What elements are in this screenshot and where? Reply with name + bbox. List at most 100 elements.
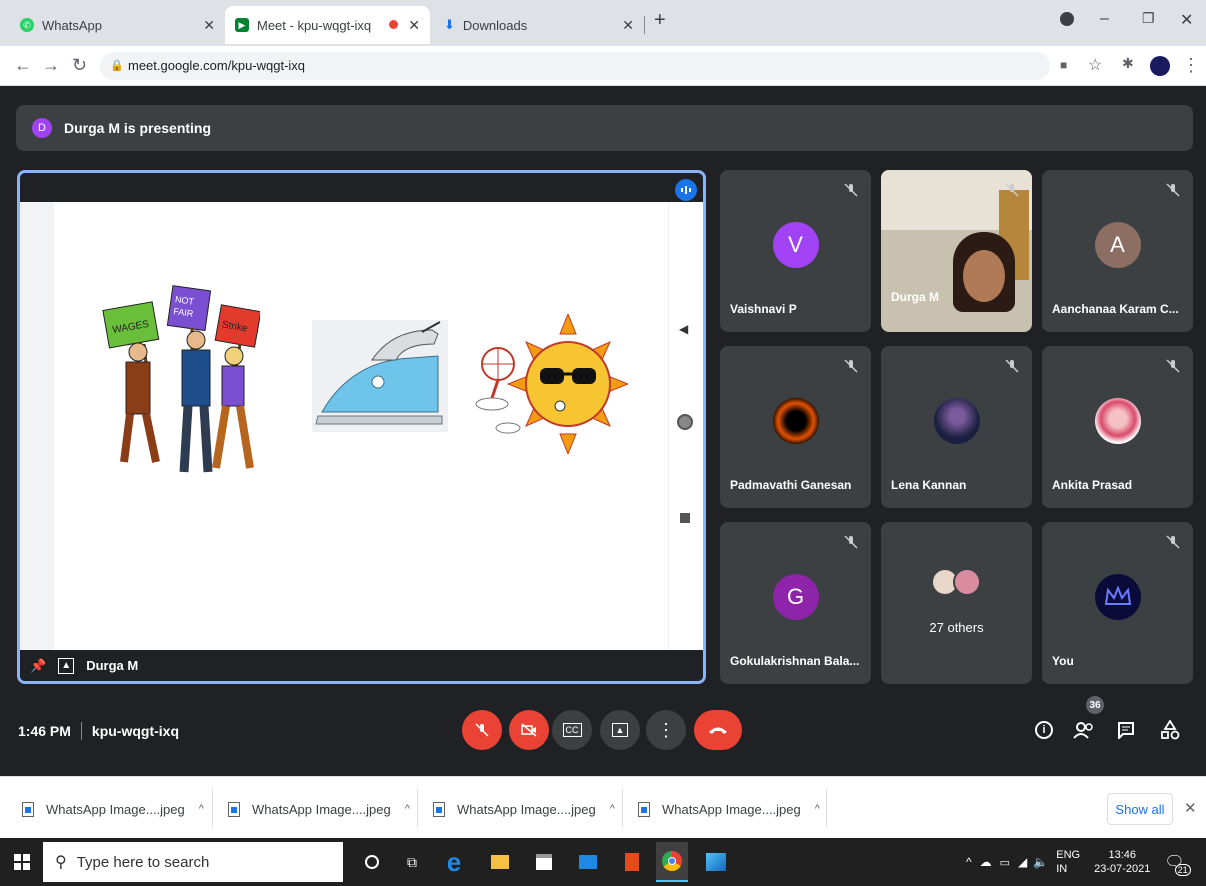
activities-button[interactable] — [1158, 718, 1182, 742]
participant-tile[interactable]: V Vaishnavi P — [720, 170, 871, 332]
participant-name: You — [1052, 654, 1074, 668]
present-now-button[interactable]: ▲ — [600, 710, 640, 750]
chevron-up-icon[interactable]: ^ — [405, 803, 410, 815]
envelope-shape — [579, 855, 597, 869]
mic-off-icon — [1005, 359, 1019, 373]
download-item[interactable]: WhatsApp Image....jpeg ^ — [22, 795, 204, 823]
profile-avatar[interactable] — [1150, 56, 1170, 76]
focus-circle-icon[interactable] — [677, 414, 693, 430]
back-icon[interactable]: ← — [14, 55, 32, 76]
extensions-icon[interactable]: ✱ — [1122, 55, 1134, 72]
participant-name: Aanchanaa Karam C... — [1052, 302, 1179, 316]
meeting-details-button[interactable]: i — [1032, 718, 1056, 742]
participant-count-badge: 36 — [1086, 696, 1104, 714]
participant-tile-video[interactable]: Durga M — [881, 170, 1032, 332]
close-icon[interactable]: ✕ — [622, 17, 634, 34]
download-filename: WhatsApp Image....jpeg — [457, 801, 596, 817]
language-indicator[interactable]: ENG IN — [1056, 848, 1080, 876]
cortana-icon[interactable] — [360, 850, 384, 874]
menu-icon[interactable]: ⋮ — [1182, 55, 1200, 76]
tab-downloads[interactable]: ⬇ Downloads ✕ — [434, 6, 644, 44]
url-field[interactable]: 🔒 meet.google.com/kpu-wqgt-ixq — [100, 52, 1050, 80]
whatsapp-icon: ✆ — [20, 18, 34, 32]
download-item[interactable]: WhatsApp Image....jpeg ^ — [638, 795, 820, 823]
wifi-icon[interactable]: ◢ — [1018, 855, 1027, 869]
more-options-button[interactable]: ⋮ — [646, 710, 686, 750]
edge-icon[interactable]: e — [442, 847, 466, 877]
pin-icon[interactable]: 📌 — [30, 658, 46, 674]
mic-off-icon — [844, 535, 858, 549]
self-tile[interactable]: You — [1042, 522, 1193, 684]
presentation-stage[interactable]: WAGES NOT FAIR Strike ◀ 📌 ▲ Durga M — [17, 170, 706, 684]
speaking-indicator-icon — [675, 179, 697, 201]
office-icon[interactable] — [620, 850, 644, 874]
minimize-button[interactable]: – — [1100, 10, 1109, 28]
lock-icon: 🔒 — [110, 60, 124, 72]
profile-icon[interactable] — [1060, 12, 1074, 26]
tab-whatsapp[interactable]: ✆ WhatsApp ✕ — [10, 6, 225, 44]
divider — [417, 789, 418, 827]
leave-call-button[interactable] — [694, 710, 742, 750]
chevron-up-icon[interactable]: ^ — [199, 803, 204, 815]
participant-tile[interactable]: A Aanchanaa Karam C... — [1042, 170, 1193, 332]
taskbar-search-input[interactable]: ⚲ Type here to search — [43, 842, 343, 882]
mail-icon[interactable] — [576, 850, 600, 874]
clock[interactable]: 13:46 23-07-2021 — [1094, 848, 1150, 876]
file-explorer-icon[interactable] — [488, 850, 512, 874]
participant-tile[interactable]: Ankita Prasad — [1042, 346, 1193, 508]
restore-button[interactable]: ❐ — [1142, 10, 1155, 27]
collapse-arrow-icon[interactable]: ◀ — [679, 322, 688, 336]
participants-button[interactable] — [1072, 718, 1096, 742]
chevron-up-icon[interactable]: ^ — [966, 855, 972, 869]
participant-tile[interactable]: Padmavathi Ganesan — [720, 346, 871, 508]
chevron-up-icon[interactable]: ^ — [815, 803, 820, 815]
chevron-up-icon[interactable]: ^ — [610, 803, 615, 815]
shapes-icon — [1161, 720, 1180, 740]
camera-toggle-button[interactable] — [509, 710, 549, 750]
region-code: IN — [1056, 863, 1068, 875]
download-filename: WhatsApp Image....jpeg — [662, 801, 801, 817]
network-icon[interactable]: ▭ — [1000, 856, 1010, 869]
others-tile[interactable]: 27 others — [881, 522, 1032, 684]
clock-time: 13:46 — [1108, 849, 1136, 861]
mic-toggle-button[interactable] — [462, 710, 502, 750]
captions-button[interactable]: CC — [552, 710, 592, 750]
mic-off-icon — [1166, 359, 1180, 373]
close-icon[interactable]: ✕ — [408, 17, 420, 34]
windows-start-icon[interactable] — [10, 850, 34, 874]
chrome-icon[interactable] — [656, 842, 688, 882]
photos-icon[interactable] — [704, 850, 728, 874]
chrome-logo — [662, 851, 682, 871]
mic-off-icon — [844, 359, 858, 373]
presenter-avatar: D — [32, 118, 52, 138]
close-icon[interactable]: ✕ — [203, 17, 215, 34]
windows-taskbar: ⚲ Type here to search ⧉ e ^ ☁ ▭ ◢ 🔈 ENG … — [0, 838, 1206, 886]
participant-tile[interactable]: Lena Kannan — [881, 346, 1032, 508]
divider — [80, 722, 82, 740]
close-icon[interactable]: ✕ — [1184, 799, 1197, 817]
task-view-icon[interactable]: ⧉ — [400, 850, 424, 874]
chat-button[interactable] — [1114, 718, 1138, 742]
volume-icon[interactable]: 🔈 — [1033, 855, 1048, 869]
forward-icon[interactable]: → — [42, 55, 60, 76]
iron-illustration — [312, 320, 448, 432]
store-icon[interactable] — [532, 850, 556, 874]
download-item[interactable]: WhatsApp Image....jpeg ^ — [433, 795, 615, 823]
show-all-button[interactable]: Show all — [1107, 793, 1173, 825]
cloud-icon[interactable]: ☁ — [980, 855, 992, 869]
camera-icon[interactable]: ■ — [1060, 58, 1067, 72]
divider — [826, 789, 827, 827]
notifications-icon[interactable]: 🗨 21 — [1164, 852, 1191, 876]
reload-icon[interactable]: ↻ — [72, 55, 87, 76]
circle-shape — [365, 855, 379, 869]
tab-meet[interactable]: ▶ Meet - kpu-wqgt-ixq ✕ — [225, 6, 430, 44]
participant-avatar-image — [1094, 398, 1141, 444]
stop-square-icon[interactable] — [680, 513, 690, 523]
participant-tile[interactable]: G Gokulakrishnan Bala... — [720, 522, 871, 684]
bookmark-star-icon[interactable]: ☆ — [1088, 55, 1102, 75]
window-close-button[interactable]: ✕ — [1180, 10, 1193, 30]
new-tab-button[interactable]: + — [654, 9, 666, 32]
browser-tab-bar: ✆ WhatsApp ✕ ▶ Meet - kpu-wqgt-ixq ✕ ⬇ D… — [0, 0, 1206, 46]
download-item[interactable]: WhatsApp Image....jpeg ^ — [228, 795, 410, 823]
downloads-bar: WhatsApp Image....jpeg ^ WhatsApp Image.… — [0, 776, 1206, 838]
